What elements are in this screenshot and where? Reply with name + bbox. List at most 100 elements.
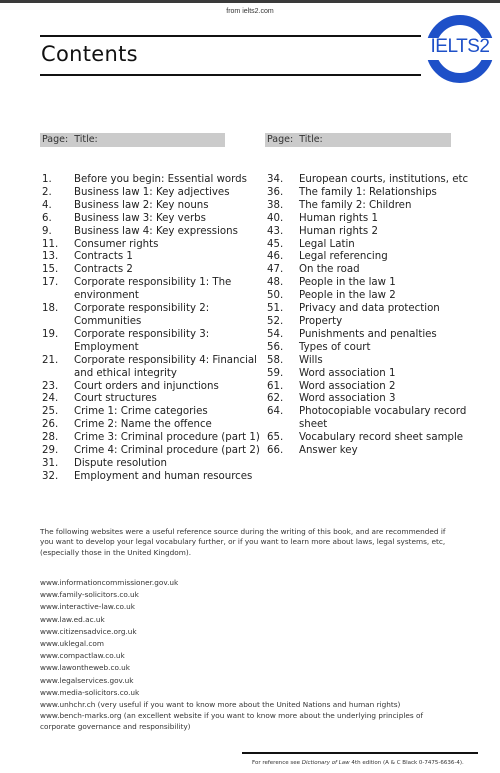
footer-prefix: For reference see [252,760,302,766]
toc-entry-title: On the road [299,264,360,276]
toc-entry: 25. Crime 1: Crime categories [42,406,262,419]
toc-entry: 6. Business law 3: Key verbs [42,213,262,226]
toc-page-number: 51. [267,303,284,315]
toc-entry: 36. The family 1: Relationships [267,187,492,200]
toc-entry-title: Crime 1: Crime categories [74,406,208,418]
ielts2-logo: IELTS2 [423,13,497,85]
toc-entry-title: Punishments and penalties [299,328,437,340]
toc-page-number: 26. [42,419,59,431]
toc-entry-title: The family 2: Children [299,199,412,211]
toc-page-number: 38. [267,199,284,211]
toc-entry: 48. People in the law 1 [267,277,492,290]
toc-entry: 31. Dispute resolution [42,458,262,471]
toc-page-number: 48. [267,277,284,289]
toc-page-number: 32. [42,470,59,482]
toc-page-number: 25. [42,406,59,418]
toc-entry-title: Property [299,315,343,327]
toc-entry: 52. Property [267,316,492,329]
footer-rule [242,752,478,754]
toc-entry: 58. Wills [267,355,492,368]
website-url[interactable]: www.compactlaw.co.uk [40,651,125,660]
toc-entry-title: Business law 1: Key adjectives [74,186,230,198]
intro-paragraph: The following websites were a useful ref… [40,527,446,557]
website-url[interactable]: www.unhchr.ch [40,700,95,709]
toc-page-number: 65. [267,432,284,444]
toc-page-number: 21. [42,354,59,366]
toc-entry-title: Human rights 1 [299,212,378,224]
toc-page-number: 6. [42,212,52,224]
toc-entry-title: European courts, institutions, etc [299,174,469,185]
website-item: www.law.ed.ac.uk [40,614,460,626]
column-header-right: Page: Title: [265,133,451,147]
toc-entry: 47. On the road [267,264,492,277]
toc-entry-title: The family 1: Relationships [299,186,437,198]
toc-entry-title: Photocopiable vocabulary record sheet [299,406,467,431]
toc-page-number: 34. [267,174,284,185]
toc-page-number: 56. [267,341,284,353]
toc-page-number: 2. [42,186,52,198]
website-item: www.citizensadvice.org.uk [40,626,460,638]
toc-entry: 28. Crime 3: Criminal procedure (part 1) [42,432,262,445]
toc-entry-title: Contracts 1 [74,251,133,263]
toc-entry: 26. Crime 2: Name the offence [42,419,262,432]
website-item: www.unhchr.ch (very useful if you want t… [40,700,460,710]
toc-entry-title: Contracts 2 [74,264,133,276]
toc-entry-title: Business law 4: Key expressions [74,225,238,237]
website-url[interactable]: www.media-solicitors.co.uk [40,688,139,697]
toc-entry-title: Legal Latin [299,238,355,250]
toc-entry-title: Before you begin: Essential words [74,174,247,185]
website-url[interactable]: www.uklegal.com [40,639,104,648]
toc-page-number: 43. [267,225,284,237]
toc-entry-title: Types of court [299,341,371,353]
toc-page-number: 59. [267,367,284,379]
toc-page-number: 17. [42,277,59,289]
toc-entry-title: Crime 4: Criminal procedure (part 2) [74,445,260,457]
website-item: www.lawontheweb.co.uk [40,662,460,674]
toc-page-number: 11. [42,238,59,250]
toc-page-number: 31. [42,457,59,469]
toc-page-number: 45. [267,238,284,250]
toc-entry-title: Corporate responsibility 3: Employment [74,328,210,353]
toc-entry-title: Crime 3: Criminal procedure (part 1) [74,432,260,444]
toc-entry-title: Corporate responsibility 4: Financial an… [74,354,257,379]
website-url[interactable]: www.family-solicitors.co.uk [40,590,139,599]
website-item: www.family-solicitors.co.uk [40,589,460,601]
toc-page-number: 47. [267,264,284,276]
toc-entry: 29. Crime 4: Criminal procedure (part 2) [42,445,262,458]
toc-page-number: 23. [42,380,59,392]
toc-entry-title: Corporate responsibility 2: Communities [74,303,210,327]
toc-entry: 18. Corporate responsibility 2: Communiti… [42,303,262,329]
toc-entry: 51. Privacy and data protection [267,303,492,316]
toc-entry: 17. Corporate responsibility 1: The envir… [42,277,262,303]
website-url[interactable]: www.citizensadvice.org.uk [40,627,137,636]
toc-entry-title: Court orders and injunctions [74,380,219,392]
website-note: (very useful if you want to know more ab… [95,700,401,710]
website-item: www.compactlaw.co.uk [40,650,460,662]
toc-entry-title: Answer key [299,445,358,457]
title-rule-top [40,35,421,37]
toc-list-right: 34. European courts, institutions, etc 36.… [267,174,492,458]
toc-page-number: 19. [42,328,59,340]
toc-page-number: 40. [267,212,284,224]
toc-entry-title: Court structures [74,393,157,405]
toc-page-number: 4. [42,199,52,211]
toc-entry: 45. Legal Latin [267,239,492,252]
toc-entry: 43. Human rights 2 [267,226,492,239]
toc-entry-title: Legal referencing [299,251,388,263]
website-url[interactable]: www.legalservices.gov.uk [40,676,133,685]
website-url[interactable]: www.lawontheweb.co.uk [40,663,130,672]
toc-page-number: 58. [267,354,284,366]
toc-entry: 66. Answer key [267,445,492,458]
toc-entry: 40. Human rights 1 [267,213,492,226]
website-url[interactable]: www.interactive-law.co.uk [40,602,135,611]
toc-entry-title: Privacy and data protection [299,303,440,315]
website-url[interactable]: www.law.ed.ac.uk [40,615,105,624]
toc-entry: 61. Word association 2 [267,381,492,394]
website-url[interactable]: www.informationcommissioner.gov.uk [40,578,178,587]
toc-page-number: 61. [267,380,284,392]
toc-entry: 38. The family 2: Children [267,200,492,213]
website-url[interactable]: www.bench-marks.org [40,711,121,720]
toc-entry: 23. Court orders and injunctions [42,381,262,394]
toc-list-left: 1. Before you begin: Essential words 2. Bus… [42,174,262,484]
footer-reference: For reference see Dictionary of Law 4th … [252,760,464,766]
